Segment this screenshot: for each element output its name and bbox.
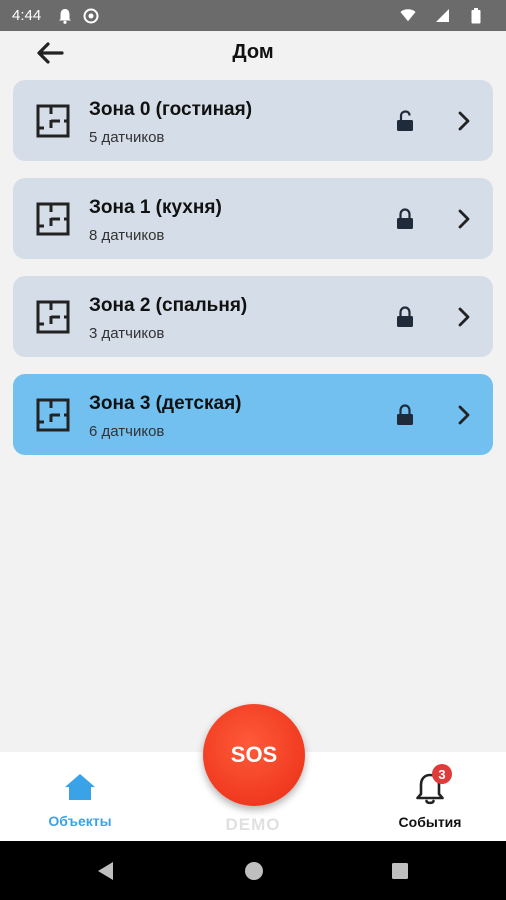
- demo-label: DEMO: [225, 815, 281, 834]
- wifi-icon: [400, 8, 416, 24]
- floor-plan-icon: [36, 202, 70, 236]
- page-title: Дом: [232, 41, 274, 63]
- unlocked-icon: [397, 110, 413, 131]
- zone-card-3[interactable]: Зона 3 (детская) 6 датчиков: [13, 374, 493, 455]
- locked-icon: [397, 208, 413, 229]
- battery-icon: [468, 7, 484, 24]
- zone-sensor-count: 6 датчиков: [89, 423, 165, 440]
- system-navigation-bar: [0, 841, 506, 900]
- zone-sensor-count: 8 датчиков: [89, 227, 165, 244]
- zone-card-1[interactable]: Зона 1 (кухня) 8 датчиков: [13, 178, 493, 259]
- notification-bell-icon: [57, 8, 73, 24]
- zone-name: Зона 0 (гостиная): [89, 99, 253, 120]
- system-home-icon[interactable]: [244, 861, 264, 881]
- zone-sensor-count: 5 датчиков: [89, 129, 165, 146]
- chevron-right-icon: [458, 111, 470, 131]
- system-recents-icon[interactable]: [390, 861, 410, 881]
- sos-label: SOS: [230, 742, 278, 767]
- chevron-right-icon: [458, 405, 470, 425]
- nav-objects-tab[interactable]: Объекты: [30, 772, 130, 829]
- signal-icon: [434, 8, 450, 24]
- sync-icon: [83, 8, 99, 24]
- floor-plan-icon: [36, 398, 70, 432]
- zone-name: Зона 2 (спальня): [89, 295, 248, 316]
- zone-sensor-count: 3 датчиков: [89, 325, 165, 342]
- nav-objects-label: Объекты: [48, 813, 112, 829]
- locked-icon: [397, 404, 413, 425]
- status-bar: 4:44: [0, 0, 506, 31]
- home-icon: [65, 774, 95, 800]
- zone-name: Зона 1 (кухня): [89, 197, 222, 218]
- zone-card-0[interactable]: Зона 0 (гостиная) 5 датчиков: [13, 80, 493, 161]
- nav-events-tab[interactable]: 3 События: [380, 764, 480, 830]
- zone-name: Зона 3 (детская): [89, 393, 242, 414]
- nav-events-label: События: [398, 814, 462, 830]
- status-time: 4:44: [12, 7, 42, 24]
- sos-button[interactable]: SOS: [203, 704, 305, 806]
- system-back-icon[interactable]: [96, 861, 116, 881]
- chevron-right-icon: [458, 209, 470, 229]
- chevron-right-icon: [458, 307, 470, 327]
- floor-plan-icon: [36, 104, 70, 138]
- events-count-badge: 3: [432, 764, 452, 784]
- locked-icon: [397, 306, 413, 327]
- zone-list: Зона 0 (гостиная) 5 датчиков Зона 1 (кух…: [13, 80, 493, 472]
- floor-plan-icon: [36, 300, 70, 334]
- app-header: Дом: [0, 31, 506, 79]
- zone-card-2[interactable]: Зона 2 (спальня) 3 датчиков: [13, 276, 493, 357]
